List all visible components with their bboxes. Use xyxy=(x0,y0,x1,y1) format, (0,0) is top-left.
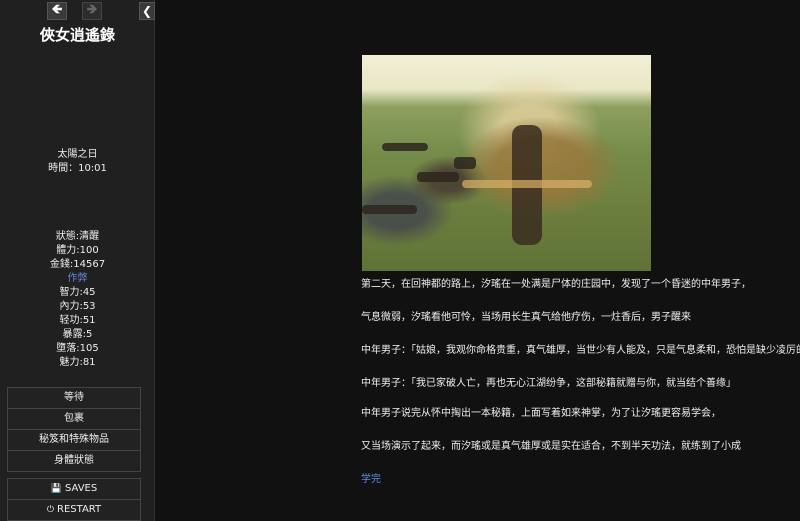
stat-exposure: 暴露:5 xyxy=(62,329,93,340)
menu-item-body-status[interactable]: 身體狀態 xyxy=(8,451,140,471)
stat-money: 金錢:14567 xyxy=(49,259,106,270)
stat-stamina: 體力:100 xyxy=(56,245,99,256)
menu-item-inventory[interactable]: 包裹 xyxy=(8,409,140,430)
sword-glow xyxy=(462,180,592,188)
fallen-body-figure xyxy=(382,143,428,151)
story-paragraph: 中年男子说完从怀中掏出一本秘籍，上面写着如来神掌，为了让汐瑤更容易学会， xyxy=(361,408,721,419)
story-paragraph: 中年男子：「我已家破人亡，再也无心江湖纷争，这部秘籍就赠与你，就当结个善缘」 xyxy=(361,378,736,389)
story-paragraph: 气息微弱，汐瑤看他可怜，当场用长生真气给他疗伤，一炷香后，男子醒来 xyxy=(361,312,691,323)
stat-agility: 轻功:51 xyxy=(59,315,96,326)
sidebar-collapse-button[interactable]: ❮ xyxy=(139,2,155,20)
sidebar: 🡸 🡺 ❮ 俠女逍遙錄 太陽之日 時間：10:01 狀態:清醒 體力:100 金… xyxy=(0,0,155,521)
continue-link[interactable]: 学完 xyxy=(361,473,800,486)
main-menu: 等待 包裹 秘笈和特殊物品 身體狀態 xyxy=(7,387,141,472)
save-icon: 💾 xyxy=(50,484,62,494)
stat-status: 狀態:清醒 xyxy=(55,231,100,242)
power-icon: ⏻ xyxy=(46,505,54,515)
restart-label: RESTART xyxy=(57,504,102,515)
time-block: 太陽之日 時間：10:01 xyxy=(0,148,155,176)
time-label: 時間：10:01 xyxy=(48,163,107,174)
forward-button[interactable]: 🡺 xyxy=(82,2,102,20)
story-paragraph: 又当场演示了起来，而汐瑤或是真气雄厚或是实在适合，不到半天功法，就练到了小成 xyxy=(361,441,741,452)
saves-button[interactable]: 💾 SAVES xyxy=(8,479,140,500)
arrow-right-icon: 🡺 xyxy=(86,2,98,17)
story-paragraph: 第二天，在回神都的路上，汐瑤在一处满是尸体的庄园中，发现了一个昏迷的中年男子， xyxy=(361,279,751,290)
menu-item-secret-books[interactable]: 秘笈和特殊物品 xyxy=(8,430,140,451)
system-menu: 💾 SAVES ⏻ RESTART xyxy=(7,478,141,521)
stat-charm: 魅力:81 xyxy=(59,357,96,368)
saves-label: SAVES xyxy=(64,483,98,494)
chevron-left-icon: ❮ xyxy=(141,4,153,18)
fallen-body-figure xyxy=(362,205,417,214)
stat-inner-power: 內力:53 xyxy=(59,301,96,312)
cheat-link[interactable]: 作弊 xyxy=(0,272,155,286)
scene-image xyxy=(362,55,651,271)
story-title: 俠女逍遙錄 xyxy=(39,26,115,44)
restart-button[interactable]: ⏻ RESTART xyxy=(8,500,140,520)
fallen-body-figure xyxy=(454,157,476,169)
day-label: 太陽之日 xyxy=(57,149,98,160)
stat-depravity: 墮落:105 xyxy=(56,343,99,354)
menu-item-wait[interactable]: 等待 xyxy=(8,388,140,409)
stat-intelligence: 智力:45 xyxy=(59,287,96,298)
passage: 第二天，在回神都的路上，汐瑤在一处满是尸体的庄园中，发现了一个昏迷的中年男子， … xyxy=(361,0,800,521)
story-paragraph: 中年男子：「姑娘，我观你命格贵重，真气雄厚，当世少有人能及，只是气息柔和，恐怕是… xyxy=(361,345,800,356)
stats-block: 狀態:清醒 體力:100 金錢:14567 作弊 智力:45 內力:53 轻功:… xyxy=(0,230,155,370)
fallen-body-figure xyxy=(417,172,459,182)
arrow-left-icon: 🡸 xyxy=(51,2,63,17)
back-button[interactable]: 🡸 xyxy=(47,2,67,20)
